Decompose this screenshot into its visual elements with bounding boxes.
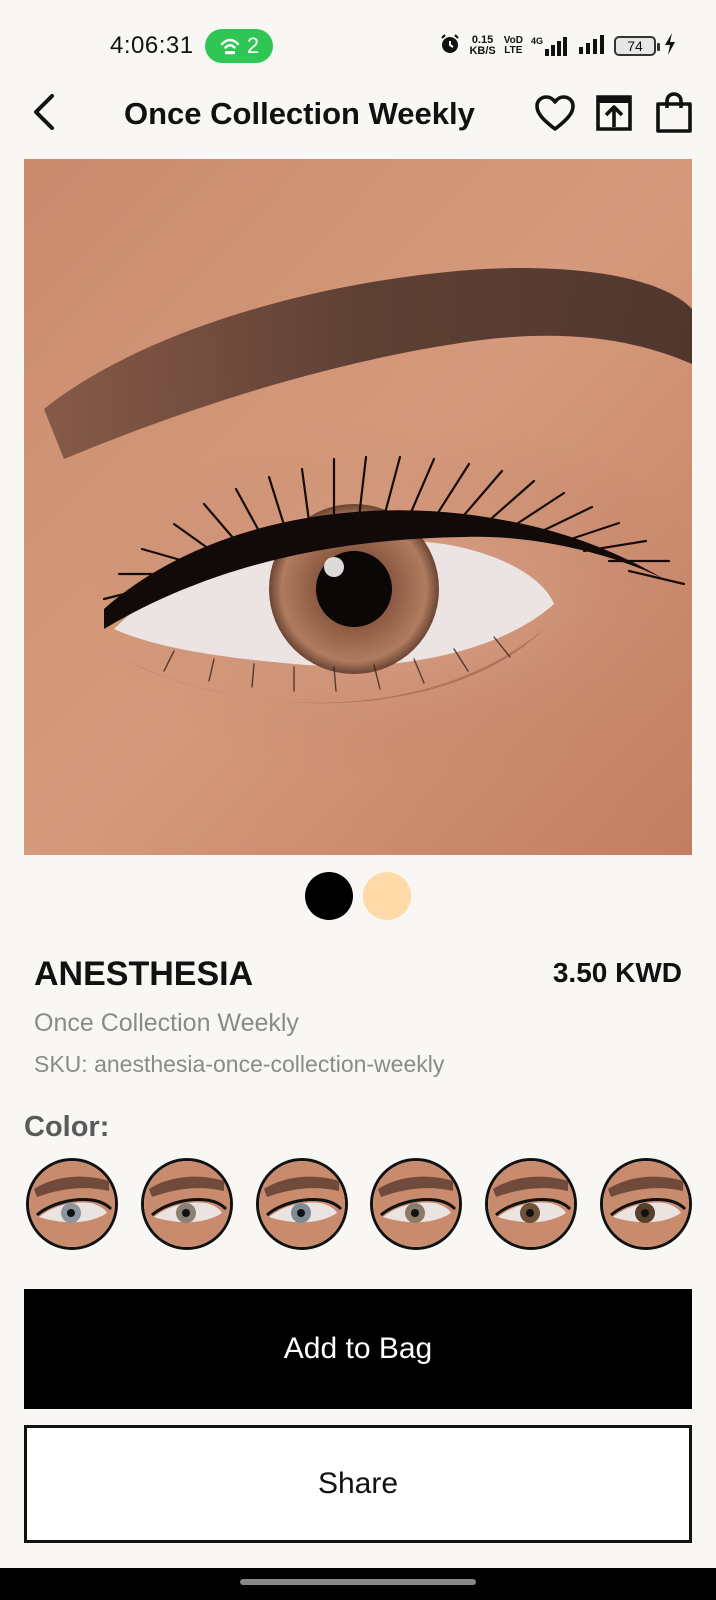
swatch-eye-thumbnail (29, 1161, 115, 1247)
color-swatch[interactable] (140, 1158, 233, 1250)
swatch-eye-thumbnail (602, 1161, 689, 1247)
signal-icon (578, 34, 606, 59)
color-swatch[interactable] (485, 1158, 578, 1250)
swatch-eye-thumbnail (258, 1161, 345, 1247)
gallery-dot-active[interactable] (305, 872, 353, 920)
eye-photo-illustration (24, 159, 692, 855)
back-button[interactable] (22, 92, 66, 136)
color-swatches (26, 1158, 692, 1250)
volte-indicator: VoD LTE (504, 36, 523, 56)
color-swatch[interactable] (370, 1158, 463, 1250)
alarm-icon (439, 33, 461, 60)
heart-icon (534, 94, 576, 137)
product-collection: Once Collection Weekly (34, 1009, 299, 1037)
app-header: Once Collection Weekly (0, 86, 716, 144)
status-bar: 4:06:31 2 0.15 KB/S VoD LTE 4G 74 (0, 0, 716, 92)
status-time: 4:06:31 (110, 32, 194, 59)
gallery-dots (0, 872, 716, 920)
swatch-eye-thumbnail (143, 1161, 230, 1247)
bag-button[interactable] (651, 91, 697, 139)
system-nav-bar (0, 1568, 716, 1600)
net-speed: 0.15 KB/S (469, 35, 495, 57)
color-swatch[interactable] (599, 1158, 692, 1250)
product-name: ANESTHESIA (34, 955, 254, 993)
gallery-dot[interactable] (363, 872, 411, 920)
volte-bottom: LTE (504, 45, 523, 56)
shopping-bag-icon (655, 91, 693, 139)
net-speed-unit: KB/S (469, 45, 496, 57)
hotspot-icon (219, 36, 241, 56)
signal-4g-icon: 4G (531, 36, 570, 56)
battery-indicator: 74 (614, 36, 660, 56)
hotspot-badge: 2 (205, 29, 273, 63)
color-swatch[interactable] (26, 1158, 118, 1250)
product-sku: SKU: anesthesia-once-collection-weekly (34, 1051, 445, 1077)
swatch-eye-thumbnail (373, 1161, 460, 1247)
product-image[interactable] (24, 159, 692, 855)
hotspot-count: 2 (246, 33, 260, 58)
home-gesture-handle[interactable] (240, 1579, 476, 1585)
color-label: Color: (24, 1111, 110, 1143)
favorite-button[interactable] (532, 92, 578, 138)
share-button[interactable]: Share (24, 1425, 692, 1543)
charging-icon (664, 32, 676, 60)
share-upload-icon (594, 93, 634, 138)
chevron-left-icon (30, 93, 58, 136)
swatch-eye-thumbnail (488, 1161, 575, 1247)
upload-share-button[interactable] (591, 92, 637, 138)
product-price: 3.50 KWD (552, 957, 682, 988)
page-title: Once Collection Weekly (124, 96, 475, 131)
color-swatch[interactable] (255, 1158, 348, 1250)
network-type: 4G (530, 36, 543, 46)
battery-level: 74 (627, 38, 643, 54)
add-to-bag-button[interactable]: Add to Bag (24, 1289, 692, 1409)
